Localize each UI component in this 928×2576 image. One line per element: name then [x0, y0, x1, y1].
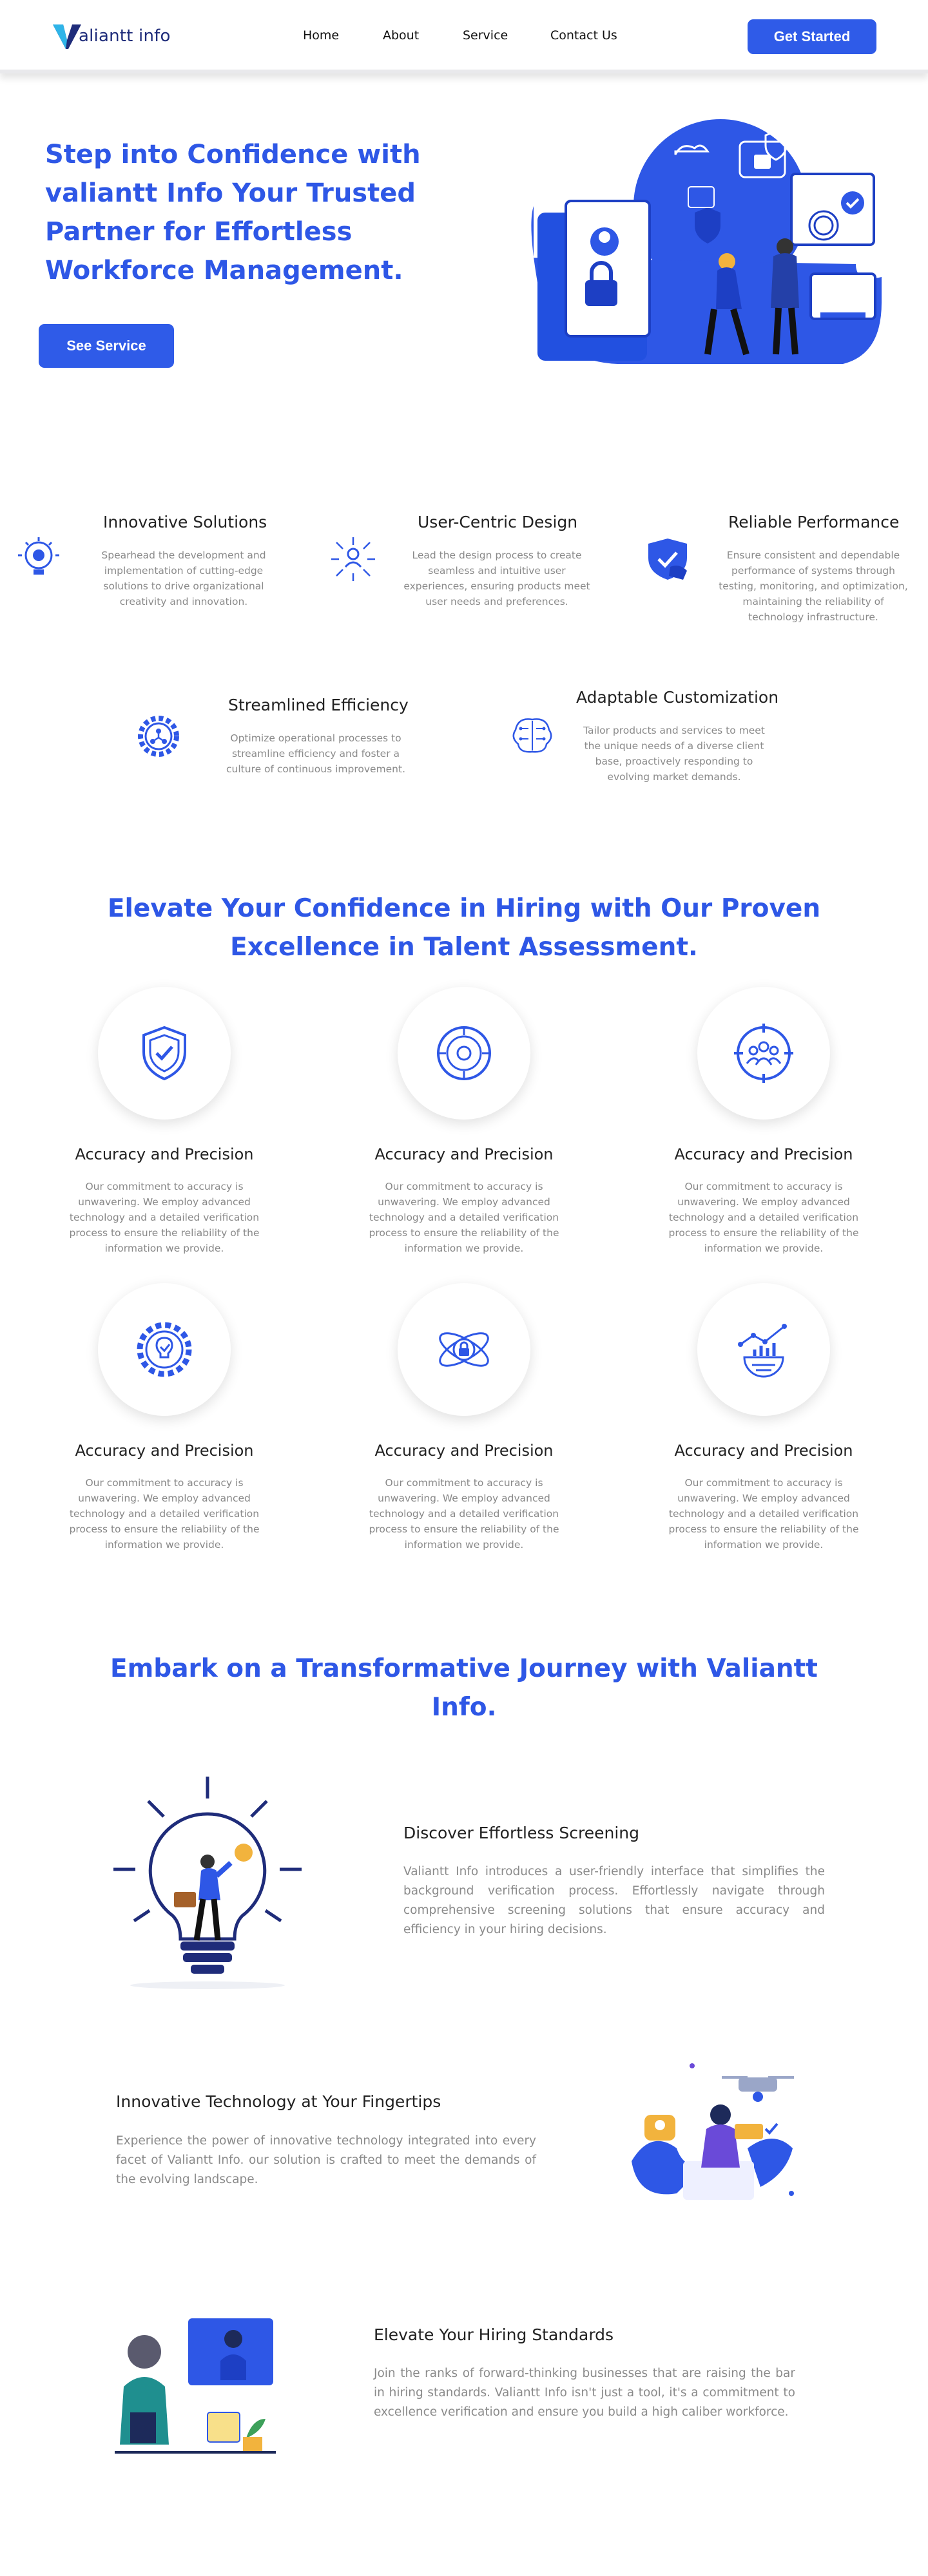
- team-target-icon: [734, 1024, 793, 1083]
- card-icon-circle: [98, 1283, 231, 1416]
- lock-orbit-icon: [439, 1332, 489, 1367]
- gear-bulb-icon: [137, 1322, 192, 1377]
- brand-logo[interactable]: aliantt info: [52, 21, 171, 52]
- card-title: Accuracy and Precision: [374, 1145, 554, 1163]
- see-service-button[interactable]: See Service: [39, 324, 174, 368]
- valiantt-logo-icon: [53, 24, 81, 49]
- card-title: Accuracy and Precision: [374, 1442, 554, 1460]
- feature-title: User-Centric Design: [418, 513, 578, 531]
- feature-desc: Tailor products and services to meet the…: [583, 725, 765, 783]
- growth-chart-icon: [738, 1324, 787, 1378]
- journey-title: Discover Effortless Screening: [403, 1824, 639, 1842]
- card-icon-circle: [398, 987, 530, 1120]
- shield-check-icon: [142, 1026, 186, 1081]
- card-icon-circle: [398, 1283, 530, 1416]
- feature-desc: Lead the design process to create seamle…: [403, 549, 590, 607]
- journey-title: Elevate Your Hiring Standards: [374, 2325, 614, 2344]
- feature-desc: Ensure consistent and dependable perform…: [719, 549, 908, 623]
- feature-title: Innovative Solutions: [103, 513, 267, 531]
- card-desc: Our commitment to accuracy is unwavering…: [369, 1181, 559, 1254]
- card-desc: Our commitment to accuracy is unwavering…: [668, 1181, 859, 1254]
- nav-about-link[interactable]: About: [383, 28, 419, 43]
- journey-title: Innovative Technology at Your Fingertips: [116, 2092, 441, 2111]
- journey-heading: Embark on a Transformative Journey with …: [110, 1654, 818, 1722]
- card-title: Accuracy and Precision: [674, 1145, 853, 1163]
- brand-name: aliantt info: [79, 26, 171, 46]
- journey-desc: Experience the power of innovative techn…: [116, 2134, 536, 2186]
- nav-service-link[interactable]: Service: [463, 28, 508, 43]
- card-desc: Our commitment to accuracy is unwavering…: [668, 1477, 859, 1550]
- gear-network-icon: [138, 716, 179, 757]
- card-icon-circle: [98, 987, 231, 1120]
- nav-contact-link[interactable]: Contact Us: [550, 28, 617, 43]
- card-desc: Our commitment to accuracy is unwavering…: [369, 1477, 559, 1550]
- user-network-icon: [331, 537, 375, 581]
- card-desc: Our commitment to accuracy is unwavering…: [69, 1181, 260, 1254]
- card-icon-circle: [697, 987, 830, 1120]
- card-icon-circle: [697, 1283, 830, 1416]
- feature-desc: Optimize operational processes to stream…: [226, 732, 406, 775]
- get-started-button[interactable]: Get Started: [748, 19, 876, 54]
- target-icon: [437, 1026, 491, 1080]
- nav-home-link[interactable]: Home: [303, 28, 339, 43]
- feature-title: Reliable Performance: [728, 513, 900, 531]
- woman-laptop-drone-illustration: [632, 2063, 794, 2200]
- card-title: Accuracy and Precision: [674, 1442, 853, 1460]
- feature-title: Adaptable Customization: [576, 688, 779, 707]
- shield-hand-icon: [648, 539, 687, 580]
- feature-desc: Spearhead the development and implementa…: [101, 549, 266, 607]
- journey-desc: Valiantt Info introduces a user-friendly…: [403, 1865, 825, 1936]
- feature-title: Streamlined Efficiency: [228, 696, 409, 714]
- talent-assessment-heading: Elevate Your Confidence in Hiring with O…: [107, 894, 821, 962]
- lightbulb-person-illustration: [113, 1777, 302, 1989]
- card-title: Accuracy and Precision: [75, 1145, 254, 1163]
- card-desc: Our commitment to accuracy is unwavering…: [69, 1477, 260, 1550]
- lightbulb-gear-icon: [18, 537, 59, 575]
- top-navbar: aliantt info Home About Service Contact …: [0, 0, 928, 73]
- hero-security-illustration: [531, 119, 882, 364]
- brain-circuit-icon: [512, 718, 552, 753]
- journey-desc: Join the ranks of forward-thinking busin…: [374, 2367, 795, 2419]
- hiring-team-illustration: [115, 2318, 276, 2454]
- hero-title: Step into Confidence with valiantt Info …: [45, 140, 421, 285]
- card-title: Accuracy and Precision: [75, 1442, 254, 1460]
